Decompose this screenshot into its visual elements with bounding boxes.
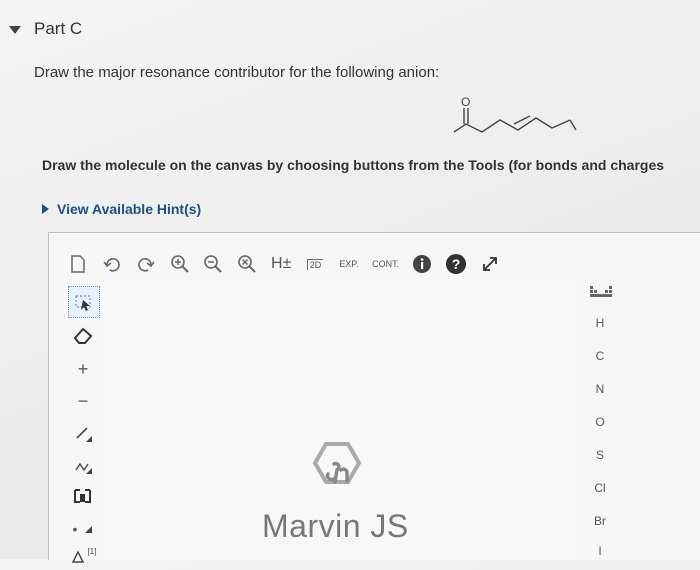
part-title: Part C [34, 19, 83, 38]
atom-cl-button[interactable]: Cl [580, 481, 620, 495]
svg-text:?: ? [452, 256, 461, 272]
collapse-triangle-icon[interactable] [9, 26, 21, 34]
ring-icon[interactable]: [1] [68, 540, 98, 570]
instructions-text: Draw the molecule on the canvas by choos… [42, 157, 665, 173]
atoms-panel: H C N O S Cl Br I [580, 282, 620, 559]
info-icon[interactable] [408, 249, 436, 279]
anion-molecule-structure: O [452, 94, 592, 141]
redo-icon[interactable] [132, 249, 160, 279]
zoom-reset-icon[interactable] [233, 249, 261, 279]
ring-label: [1] [87, 546, 97, 556]
selection-tool-icon[interactable] [68, 286, 100, 318]
charge-plus-icon[interactable]: + [68, 354, 98, 384]
minus-label: − [77, 390, 89, 411]
zoom-in-icon[interactable] [166, 249, 194, 279]
editor-toolbar: H± 2D EXP. CONT. ? [64, 248, 504, 280]
explicit-h-icon[interactable]: H± [267, 249, 295, 279]
h-label: H± [271, 255, 292, 272]
atom-h-button[interactable]: H [580, 316, 620, 330]
contract-icon[interactable]: CONT. [369, 249, 402, 279]
periodic-table-icon[interactable] [590, 286, 612, 305]
oxygen-atom-label: O [461, 95, 470, 109]
expand-triangle-icon [42, 204, 49, 214]
atom-c-button[interactable]: C [580, 349, 620, 363]
document-icon[interactable] [64, 249, 92, 279]
marvin-js-watermark: Marvin JS [262, 508, 409, 544]
atom-s-button[interactable]: S [580, 448, 620, 462]
single-bond-icon[interactable] [68, 418, 98, 448]
exp-label: EXP. [339, 259, 359, 269]
charge-minus-icon[interactable]: − [68, 386, 98, 416]
template-icon[interactable] [68, 482, 98, 512]
eraser-icon[interactable] [68, 320, 98, 350]
plus-label: + [77, 358, 89, 379]
dot-label: • [72, 521, 78, 537]
hints-label[interactable]: View Available Hint(s) [57, 201, 201, 217]
cont-label: CONT. [372, 259, 400, 269]
2d-clean-icon[interactable]: 2D [301, 249, 329, 279]
marvin-logo-icon [306, 440, 364, 503]
2d-label: 2D [306, 258, 324, 270]
part-header[interactable]: Part C [0, 18, 700, 44]
atom-o-button[interactable]: O [580, 415, 620, 429]
fullscreen-icon[interactable] [476, 249, 504, 279]
undo-icon[interactable] [98, 249, 126, 279]
atom-n-button[interactable]: N [580, 382, 620, 396]
view-hints-link[interactable]: View Available Hint(s) [42, 201, 201, 217]
expand-icon[interactable]: EXP. [335, 249, 363, 279]
zoom-out-icon[interactable] [200, 249, 228, 279]
atom-br-button[interactable]: Br [580, 514, 620, 528]
help-icon[interactable]: ? [442, 249, 470, 279]
left-tools-panel: + − • [1] [64, 282, 100, 563]
chain-icon[interactable] [68, 450, 98, 480]
atom-i-button[interactable]: I [580, 544, 620, 558]
question-text: Draw the major resonance contributor for… [34, 64, 440, 81]
